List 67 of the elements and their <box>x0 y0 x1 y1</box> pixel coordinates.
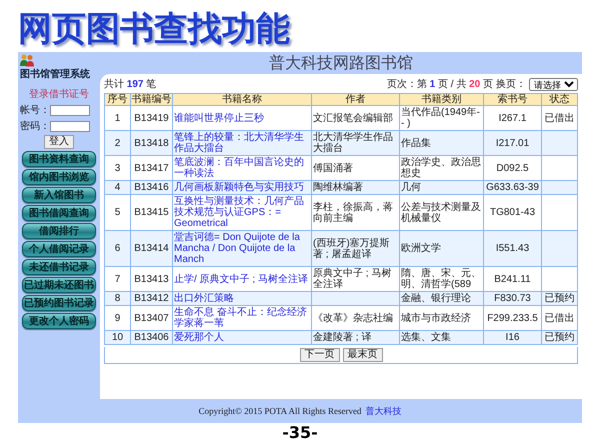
table-cell: 金建陵著 ; 译 <box>312 330 400 344</box>
record-count: 共计 197 笔 <box>104 78 156 91</box>
table-cell: 8 <box>104 292 130 306</box>
column-header: 序号 <box>104 94 130 106</box>
page-info: 页次：第 1 页 / 共 20 页 <box>386 78 493 91</box>
table-cell: B13418 <box>130 130 172 156</box>
table-cell: G633.63-39 <box>484 180 542 194</box>
table-cell: F830.73 <box>484 292 542 306</box>
users-icon <box>20 54 34 67</box>
table-cell: I217.01 <box>484 130 542 156</box>
table-cell: 6 <box>104 230 130 266</box>
nav-button[interactable]: 已过期未还图书 <box>22 277 96 293</box>
table-cell: 已预约 <box>542 330 578 344</box>
book-title-link[interactable]: 堂吉诃德= Don Quijote de la Mancha / Don Quijote de la Manch <box>172 230 312 266</box>
table-cell: 4 <box>104 180 130 194</box>
table-cell: (西班牙)塞万提斯著 ; 屠孟超译 <box>312 230 400 266</box>
book-title-link[interactable]: 出口外汇策略 <box>172 292 312 306</box>
table-cell: 陶维林编著 <box>312 180 400 194</box>
column-header: 索书号 <box>484 94 542 106</box>
column-header: 书籍名称 <box>172 94 312 106</box>
page-select[interactable]: 请选择 <box>529 78 578 90</box>
pager-button[interactable]: 最末页 <box>342 348 382 362</box>
table-cell: B13412 <box>130 292 172 306</box>
table-cell: 北大清华学生作品大擂台 <box>312 130 400 156</box>
table-cell: 欧洲文学 <box>400 230 484 266</box>
table-cell: 已预约 <box>542 292 578 306</box>
table-cell: 2 <box>104 130 130 156</box>
table-cell: B13414 <box>130 230 172 266</box>
table-cell: 作品集 <box>400 130 484 156</box>
book-title-link[interactable]: 几何画板新颖特色与实用技巧 <box>172 180 312 194</box>
jump-label: 换页： <box>496 78 526 91</box>
table-cell: B13406 <box>130 330 172 344</box>
column-header: 书籍类别 <box>400 94 484 106</box>
column-header: 作者 <box>312 94 400 106</box>
site-title: 普大科技网路图书馆 <box>269 53 413 74</box>
field-label: 帐号： <box>20 104 50 117</box>
table-cell: I551.43 <box>484 230 542 266</box>
nav-button[interactable]: 馆内图书浏览 <box>22 169 96 185</box>
nav-button[interactable]: 未还借书记录 <box>22 259 96 275</box>
login-button[interactable]: 登入 <box>44 135 74 149</box>
book-title-link[interactable]: 爱死那个人 <box>172 330 312 344</box>
table-cell: 选集、文集 <box>400 330 484 344</box>
nav-button[interactable]: 新入馆图书 <box>22 187 96 203</box>
copyright-text: Copyright© 2015 POTA All Rights Reserved <box>198 406 362 416</box>
account-field[interactable] <box>50 104 90 116</box>
table-cell: 金融、银行理论 <box>400 292 484 306</box>
password-field[interactable] <box>50 120 90 132</box>
column-header: 书籍编号 <box>130 94 172 106</box>
column-header: 状态 <box>542 94 578 106</box>
field-label: 密码： <box>20 120 50 133</box>
nav-button[interactable]: 借阅排行 <box>22 223 96 239</box>
nav-button[interactable]: 更改个人密码 <box>22 313 96 329</box>
book-title-link[interactable]: 笔锋上的较量：北大清华学生作品大擂台 <box>172 130 312 156</box>
slide-title: 网页图书查找功能 <box>18 8 290 51</box>
nav-button[interactable]: 已预约图书记录 <box>22 295 96 311</box>
table-cell: 10 <box>104 330 130 344</box>
nav-button[interactable]: 图书借阅查询 <box>22 205 96 221</box>
login-title: 登录借书证号 <box>29 88 89 101</box>
page-number: -35- <box>282 423 318 443</box>
system-name: 图书馆管理系统 <box>20 68 90 81</box>
nav-button[interactable]: 个人借阅记录 <box>22 241 96 257</box>
nav-button[interactable]: 图书资料查询 <box>22 151 96 167</box>
table-cell: 几何 <box>400 180 484 194</box>
company-link[interactable]: 普大科技 <box>365 404 402 418</box>
table-cell: B13416 <box>130 180 172 194</box>
pager-button[interactable]: 下一页 <box>300 348 340 362</box>
table-cell: I16 <box>484 330 542 344</box>
